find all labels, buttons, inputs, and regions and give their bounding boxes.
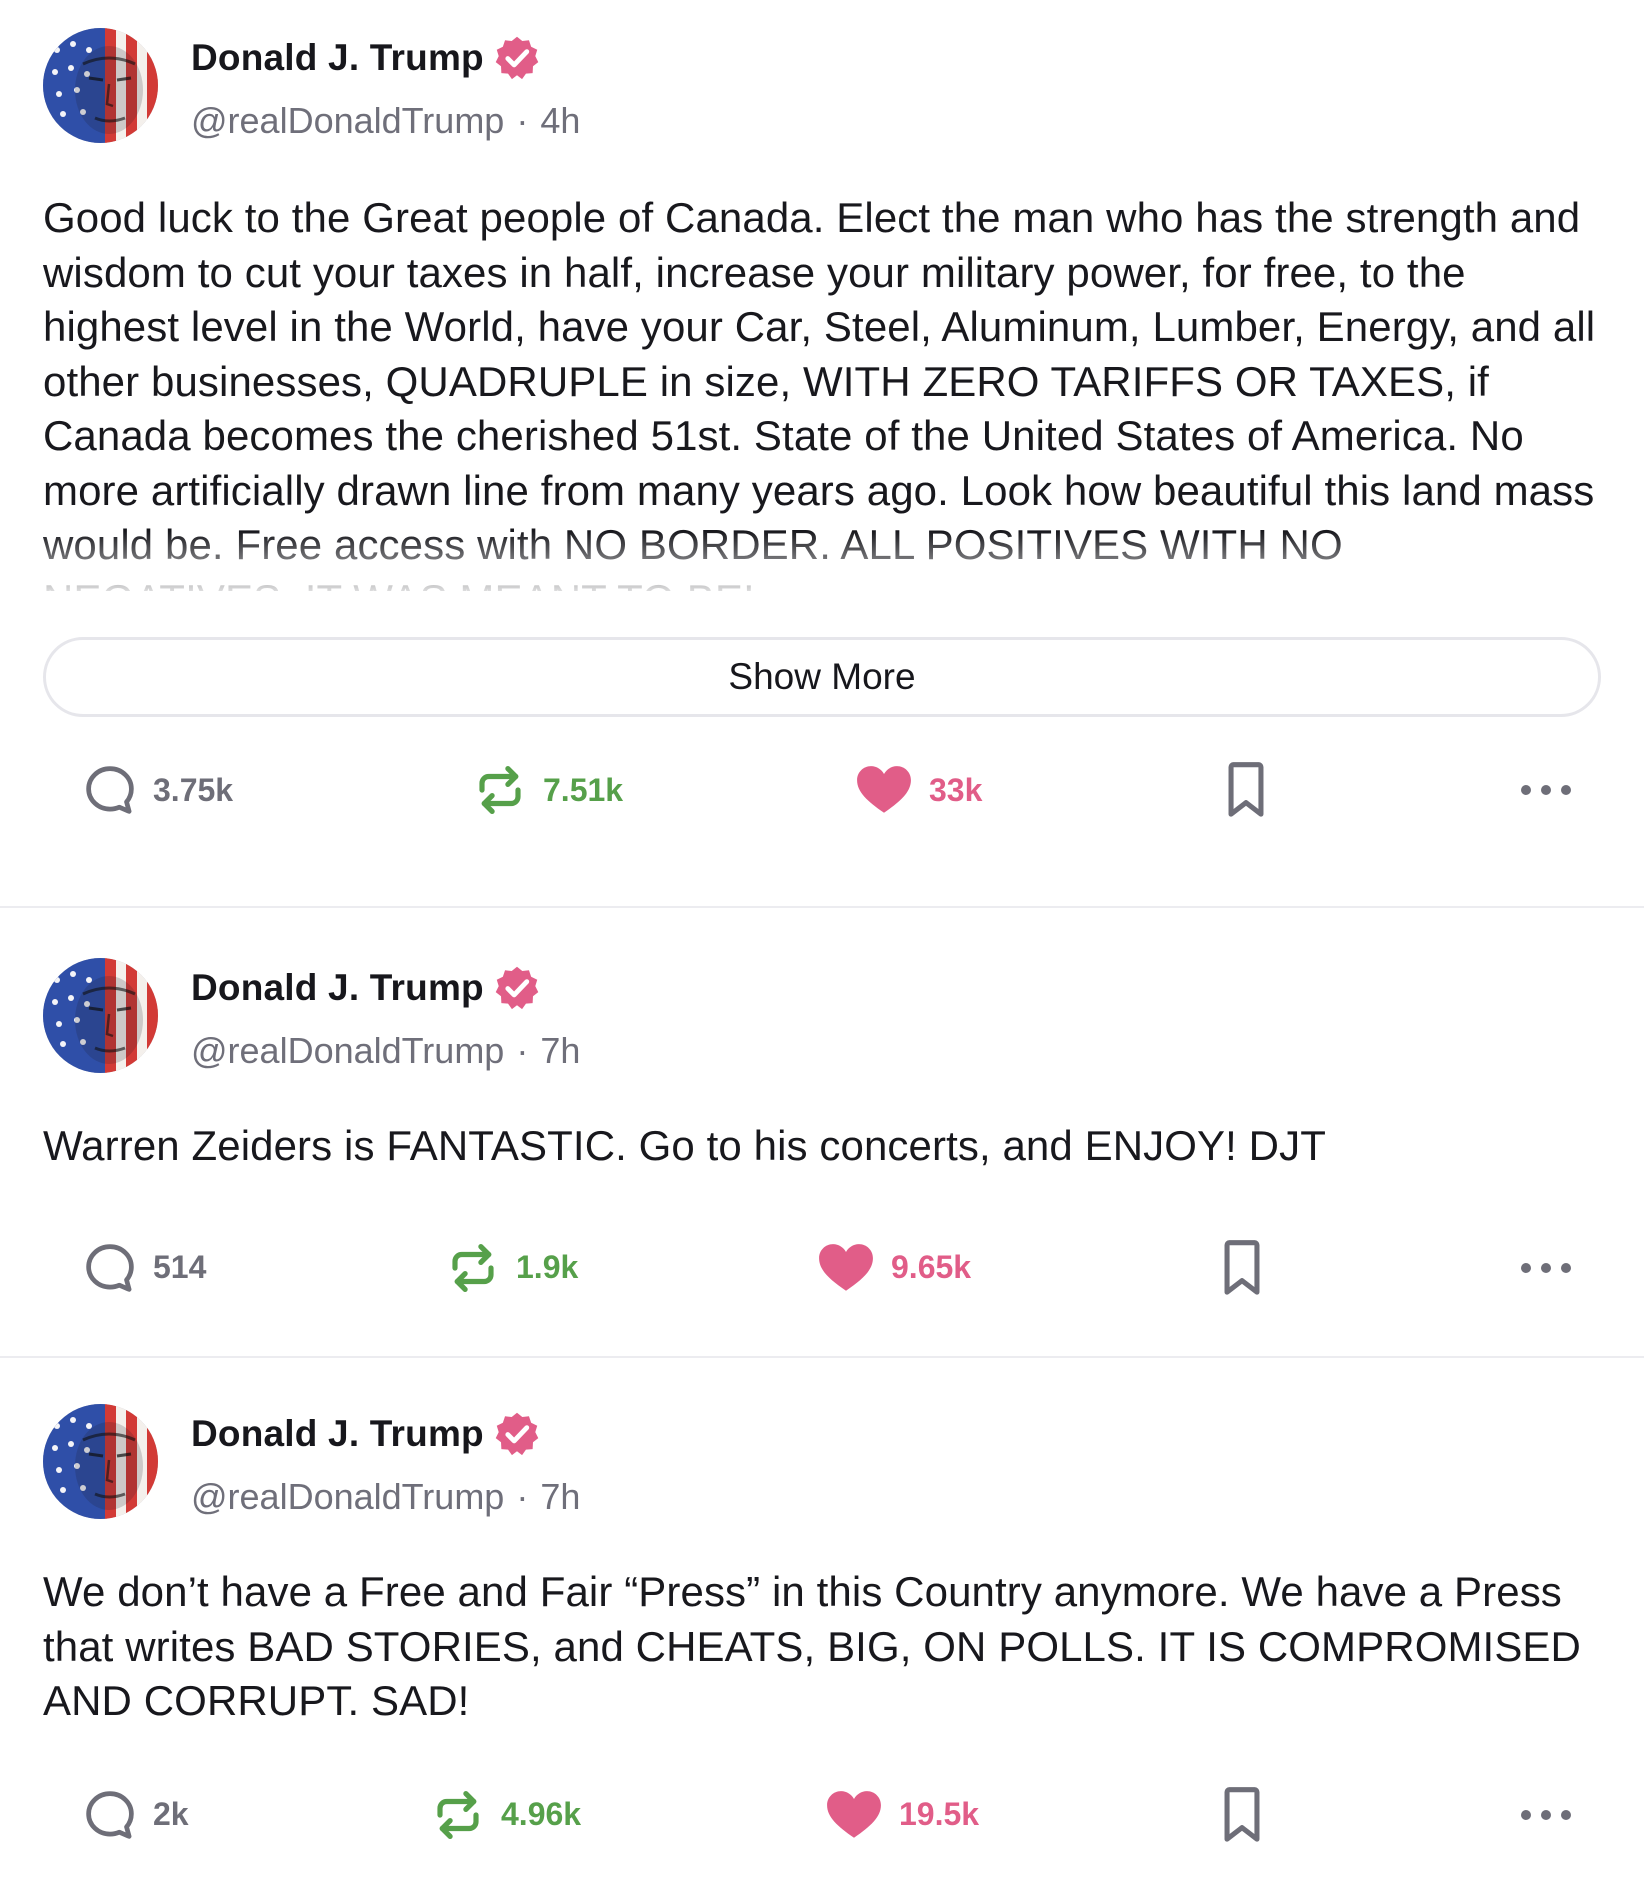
heart-icon xyxy=(855,764,913,816)
author-name[interactable]: Donald J. Trump xyxy=(191,1413,484,1455)
avatar[interactable] xyxy=(43,28,158,143)
verified-badge-icon xyxy=(494,965,540,1011)
post-feed: Donald J. Trump @realDonaldTrump · 4h Go… xyxy=(0,0,1644,1879)
verified-badge-icon xyxy=(494,1411,540,1457)
heart-icon xyxy=(825,1789,883,1841)
like-count: 33k xyxy=(929,771,983,808)
post-actions: 514 1.9k 9.65k xyxy=(43,1238,1601,1298)
retruth-icon xyxy=(473,763,527,817)
post-timestamp[interactable]: 7h xyxy=(540,1030,580,1072)
author-name[interactable]: Donald J. Trump xyxy=(191,37,484,79)
post-actions: 2k 4.96k 19.5k xyxy=(43,1785,1601,1845)
bookmark-icon xyxy=(1223,761,1269,819)
post[interactable]: Donald J. Trump @realDonaldTrump · 7h Wa… xyxy=(0,908,1644,1358)
post[interactable]: Donald J. Trump @realDonaldTrump · 7h We… xyxy=(0,1358,1644,1879)
verified-badge-icon xyxy=(494,35,540,81)
bookmark-button[interactable] xyxy=(1219,1786,1265,1844)
retruth-count: 1.9k xyxy=(516,1249,579,1285)
reply-button[interactable]: 514 xyxy=(83,1241,206,1295)
retruth-icon xyxy=(431,1788,485,1842)
post-actions: 3.75k 7.51k 33k xyxy=(43,760,1601,820)
like-count: 19.5k xyxy=(899,1796,980,1832)
bookmark-button[interactable] xyxy=(1219,1239,1265,1297)
retruth-count: 7.51k xyxy=(543,771,624,808)
reply-button[interactable]: 3.75k xyxy=(83,763,233,817)
post-meta: Donald J. Trump @realDonaldTrump · 7h xyxy=(191,958,580,1072)
avatar[interactable] xyxy=(43,1404,158,1519)
post-body: Good luck to the Great people of Canada.… xyxy=(43,191,1601,591)
reply-button[interactable]: 2k xyxy=(83,1788,189,1842)
heart-icon xyxy=(817,1242,875,1294)
post-header: Donald J. Trump @realDonaldTrump · 4h xyxy=(43,0,1601,143)
more-options-icon xyxy=(1519,1808,1573,1822)
retruth-button[interactable]: 4.96k xyxy=(431,1788,581,1842)
reply-icon xyxy=(83,1788,137,1842)
post-body: We don’t have a Free and Fair “Press” in… xyxy=(43,1568,1581,1724)
author-handle[interactable]: @realDonaldTrump xyxy=(191,100,504,142)
post-meta: Donald J. Trump @realDonaldTrump · 7h xyxy=(191,1404,580,1518)
separator-dot: · xyxy=(516,100,529,141)
like-button[interactable]: 33k xyxy=(855,764,982,816)
retruth-icon xyxy=(446,1241,500,1295)
post-timestamp[interactable]: 7h xyxy=(540,1476,580,1518)
like-count: 9.65k xyxy=(891,1249,972,1285)
reply-count: 2k xyxy=(153,1796,189,1832)
reply-count: 514 xyxy=(153,1249,207,1285)
separator-dot: · xyxy=(516,1476,529,1517)
author-name[interactable]: Donald J. Trump xyxy=(191,967,484,1009)
retruth-button[interactable]: 1.9k xyxy=(446,1241,578,1295)
bookmark-icon xyxy=(1219,1239,1265,1297)
post-meta: Donald J. Trump @realDonaldTrump · 4h xyxy=(191,28,580,142)
retruth-button[interactable]: 7.51k xyxy=(473,763,623,817)
post-header: Donald J. Trump @realDonaldTrump · 7h xyxy=(43,908,1601,1073)
post[interactable]: Donald J. Trump @realDonaldTrump · 4h Go… xyxy=(0,0,1644,908)
more-options-button[interactable] xyxy=(1519,1261,1573,1275)
bookmark-icon xyxy=(1219,1786,1265,1844)
more-options-icon xyxy=(1519,783,1573,797)
avatar[interactable] xyxy=(43,958,158,1073)
post-timestamp[interactable]: 4h xyxy=(540,100,580,142)
more-options-button[interactable] xyxy=(1519,1808,1573,1822)
like-button[interactable]: 19.5k xyxy=(825,1789,979,1841)
retruth-count: 4.96k xyxy=(501,1796,582,1832)
like-button[interactable]: 9.65k xyxy=(817,1242,971,1294)
post-header: Donald J. Trump @realDonaldTrump · 7h xyxy=(43,1358,1601,1519)
reply-icon xyxy=(83,1241,137,1295)
show-more-button[interactable]: Show More xyxy=(43,637,1601,717)
author-handle[interactable]: @realDonaldTrump xyxy=(191,1030,504,1072)
bookmark-button[interactable] xyxy=(1223,761,1269,819)
more-options-button[interactable] xyxy=(1519,783,1573,797)
separator-dot: · xyxy=(516,1030,529,1071)
more-options-icon xyxy=(1519,1261,1573,1275)
author-handle[interactable]: @realDonaldTrump xyxy=(191,1476,504,1518)
post-body: Warren Zeiders is FANTASTIC. Go to his c… xyxy=(43,1122,1326,1169)
reply-icon xyxy=(83,763,137,817)
reply-count: 3.75k xyxy=(153,771,234,808)
